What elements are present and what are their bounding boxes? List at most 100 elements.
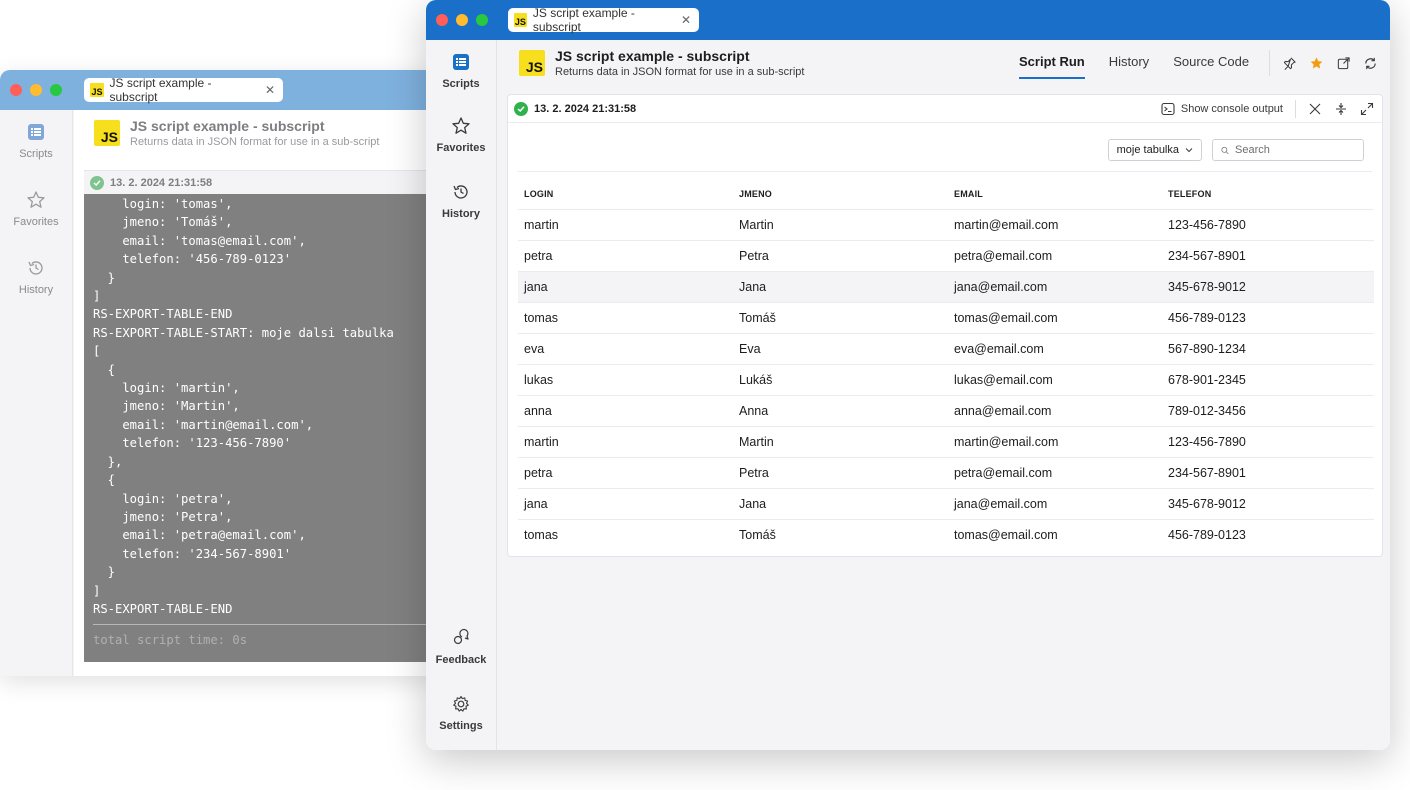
cell-email: lukas@email.com xyxy=(948,364,1162,396)
search-box[interactable] xyxy=(1212,139,1364,161)
column-header-telefon[interactable]: TELEFON xyxy=(1162,179,1374,210)
sidebar-item-scripts[interactable]: Scripts xyxy=(426,52,496,90)
zoom-window-button[interactable] xyxy=(50,84,62,96)
table-row[interactable]: tomas Tomáš tomas@email.com 456-789-0123 xyxy=(518,302,1374,334)
sidebar-item-favorites[interactable]: Favorites xyxy=(426,116,496,154)
cell-telefon: 345-678-9012 xyxy=(1162,271,1374,303)
tab-script-run[interactable]: Script Run xyxy=(1019,54,1085,79)
run-status: 13. 2. 2024 21:31:58 Show console output xyxy=(508,95,1382,123)
back-window-controls xyxy=(10,84,62,96)
favorite-star-icon[interactable] xyxy=(1309,56,1324,71)
back-sidebar-item-favorites[interactable]: Favorites xyxy=(0,190,72,228)
cell-telefon: 567-890-1234 xyxy=(1162,333,1374,365)
sidebar: Scripts Favorites History Feedback Setti… xyxy=(426,40,497,750)
refresh-icon[interactable] xyxy=(1363,56,1378,71)
chevron-down-icon xyxy=(1185,148,1193,153)
console-line: login: 'tomas', xyxy=(93,197,233,211)
close-icon[interactable]: ✕ xyxy=(681,13,691,27)
cell-email: martin@email.com xyxy=(948,426,1162,458)
table-filters: moje tabulka xyxy=(1107,139,1364,161)
back-run-status: 13. 2. 2024 21:31:58 xyxy=(84,170,440,194)
search-input[interactable] xyxy=(1235,144,1355,156)
console-line: RS-EXPORT-TABLE-END xyxy=(93,307,233,322)
list-icon xyxy=(453,54,469,70)
back-sidebar-item-history[interactable]: History xyxy=(0,258,72,296)
cell-login: lukas xyxy=(518,364,733,396)
cell-login: eva xyxy=(518,333,733,365)
table-row[interactable]: lukas Lukáš lukas@email.com 678-901-2345 xyxy=(518,364,1374,396)
table-row[interactable]: petra Petra petra@email.com 234-567-8901 xyxy=(518,240,1374,272)
close-icon[interactable]: ✕ xyxy=(265,83,275,97)
cell-telefon: 456-789-0123 xyxy=(1162,302,1374,334)
show-console-button[interactable]: Show console output xyxy=(1161,100,1296,118)
column-header-login[interactable]: LOGIN xyxy=(518,179,733,210)
background-window: JS JS script example - subscript ✕ Scrip… xyxy=(0,70,440,676)
expand-icon[interactable] xyxy=(1360,102,1374,116)
table-row[interactable]: jana Jana jana@email.com 345-678-9012 xyxy=(518,271,1374,303)
table-row[interactable]: petra Petra petra@email.com 234-567-8901 xyxy=(518,457,1374,489)
collapse-icon[interactable] xyxy=(1334,102,1348,116)
back-tab-title: JS script example - subscript xyxy=(109,76,212,104)
tab-source-code[interactable]: Source Code xyxy=(1173,54,1249,79)
close-window-button[interactable] xyxy=(436,14,448,26)
table-select-value: moje tabulka xyxy=(1116,144,1179,156)
sidebar-item-feedback[interactable]: Feedback xyxy=(426,628,496,666)
script-title: JS script example - subscript xyxy=(555,48,750,64)
cell-jmeno: Tomáš xyxy=(739,527,776,542)
console-footer: total script time: 0s xyxy=(93,633,248,648)
search-icon xyxy=(1221,146,1229,154)
close-window-button[interactable] xyxy=(10,84,22,96)
run-timestamp: 13. 2. 2024 21:31:58 xyxy=(534,102,637,115)
console-line: jmeno: 'Tomáš', xyxy=(93,215,233,230)
back-script-tab[interactable]: JS JS script example - subscript ✕ xyxy=(84,76,283,104)
console-line: telefon: '456-789-0123' xyxy=(93,252,292,267)
column-header-email[interactable]: EMAIL xyxy=(948,179,1162,210)
back-sidebar-item-scripts[interactable]: Scripts xyxy=(0,122,72,160)
console-line: { xyxy=(93,473,116,488)
cell-jmeno: Petra xyxy=(733,240,948,272)
feedback-icon xyxy=(453,628,469,645)
table-row[interactable]: martin Martin martin@email.com 123-456-7890 xyxy=(518,209,1374,241)
cell-jmeno: Martin xyxy=(733,426,948,458)
minimize-window-button[interactable] xyxy=(30,84,42,96)
tab-history[interactable]: History xyxy=(1109,54,1149,79)
sidebar-label: Scripts xyxy=(442,78,480,90)
table-select[interactable]: moje tabulka xyxy=(1107,139,1202,161)
status-actions: Show console output xyxy=(1161,95,1374,123)
sidebar-label: Feedback xyxy=(435,654,487,666)
table-row[interactable]: martin Martin martin@email.com 123-456-7890 xyxy=(518,426,1374,458)
cell-telefon: 123-456-7890 xyxy=(1162,426,1374,458)
cell-email: eva@email.com xyxy=(948,333,1162,365)
cell-telefon: 789-012-3456 xyxy=(1162,395,1374,427)
close-panel-icon[interactable] xyxy=(1308,102,1322,116)
open-external-icon[interactable] xyxy=(1336,56,1351,71)
pin-icon[interactable] xyxy=(1282,56,1297,71)
cell-jmeno: Tomáš xyxy=(733,302,948,334)
sidebar-item-settings[interactable]: Settings xyxy=(426,694,496,732)
cell-login: tomas xyxy=(518,302,733,334)
sidebar-item-history[interactable]: History xyxy=(426,182,496,220)
cell-login: petra xyxy=(518,240,733,272)
table-row[interactable]: anna Anna anna@email.com 789-012-3456 xyxy=(518,395,1374,427)
table-row[interactable]: eva Eva eva@email.com 567-890-1234 xyxy=(518,333,1374,365)
cell-email: tomas@email.com xyxy=(954,527,1058,542)
column-header-jmeno[interactable]: JMENO xyxy=(733,179,948,210)
back-sidebar: Scripts Favorites History xyxy=(0,110,73,676)
minimize-window-button[interactable] xyxy=(456,14,468,26)
table-row[interactable]: jana Jana jana@email.com 345-678-9012 xyxy=(518,488,1374,520)
cell-login: anna xyxy=(518,395,733,427)
view-tabs: Script Run History Source Code xyxy=(1019,54,1249,79)
table-body: martin Martin martin@email.com 123-456-7890… xyxy=(518,209,1374,550)
zoom-window-button[interactable] xyxy=(476,14,488,26)
script-tab[interactable]: JS JS script example - subscript ✕ xyxy=(508,6,699,34)
cell-email: martin@email.com xyxy=(948,209,1162,241)
list-icon xyxy=(28,124,44,140)
console-line: email: 'petra@email.com', xyxy=(93,528,306,543)
console-line: { xyxy=(93,362,116,377)
history-icon xyxy=(28,261,43,275)
back-script-subtitle: Returns data in JSON format for use in a… xyxy=(130,136,380,148)
cell-login: martin xyxy=(518,209,733,241)
console-line: [ xyxy=(93,344,101,359)
table-row[interactable]: tomas Tomáš tomas@email.com 456-789-0123 xyxy=(518,519,1374,550)
cell-login: tomas xyxy=(524,527,559,542)
